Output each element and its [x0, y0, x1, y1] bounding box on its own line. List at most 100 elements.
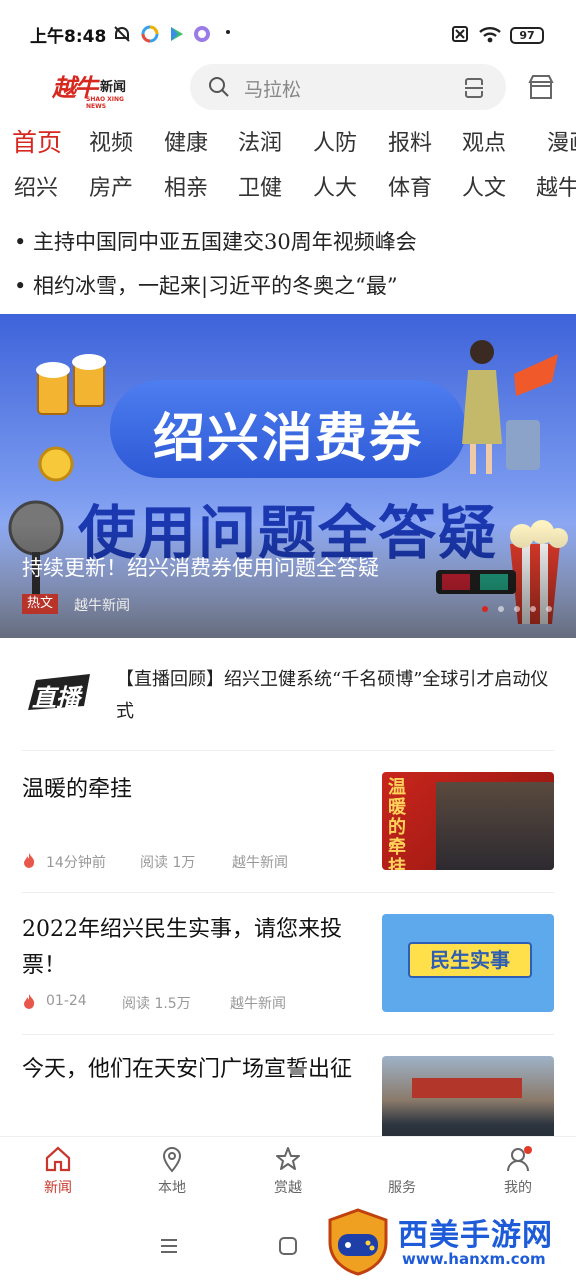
status-time: 上午8:48 — [30, 27, 107, 47]
search-icon — [209, 77, 229, 97]
carousel-dot[interactable] — [498, 606, 504, 612]
channel-comics[interactable]: 漫画 — [547, 125, 576, 157]
user-icon — [507, 1146, 532, 1172]
hot-flame-icon — [24, 994, 35, 1009]
battery-indicator: 97 — [510, 27, 544, 44]
carousel-dot-active[interactable] — [482, 606, 488, 612]
tab-services[interactable]: 服务 — [362, 1145, 442, 1197]
channel-sports[interactable]: 体育 — [388, 170, 432, 202]
banner-caption[interactable]: 持续更新！绍兴消费券使用问题全答疑 — [22, 552, 379, 582]
watermark: 西美手游网 www.hanxm.com — [322, 1202, 576, 1280]
news-thumbnail[interactable] — [382, 1056, 554, 1136]
traveler-illustration — [462, 340, 558, 474]
hot-flame-icon — [24, 853, 35, 868]
news-item[interactable]: 今天，他们在天安门广场宣誓出征 — [0, 1036, 576, 1136]
location-pin-icon — [162, 1147, 182, 1173]
menu-icon[interactable] — [160, 1238, 178, 1254]
tab-label: 服务 — [388, 1180, 416, 1196]
banner-source: 越牛新闻 — [74, 598, 130, 614]
news-time: 01-24 — [46, 993, 87, 1009]
headline-link[interactable]: • 相约冰雪，一起来|习近平的冬奥之“最” — [14, 270, 398, 300]
news-title[interactable]: 2022年绍兴民生实事，请您来投票！ — [22, 912, 352, 984]
banner-pill: 绍兴消费券 — [110, 380, 466, 478]
news-thumbnail-photo — [412, 1078, 522, 1098]
channel-shaoxing[interactable]: 绍兴 — [14, 170, 58, 202]
channel-dating[interactable]: 相亲 — [164, 170, 208, 202]
star-icon — [276, 1147, 300, 1170]
app-badge-icon — [194, 26, 210, 42]
sim-off-icon — [452, 26, 468, 42]
news-source: 越牛新闻 — [230, 996, 286, 1012]
hot-tag-badge: 热文 — [22, 594, 58, 614]
more-notifications-dot — [226, 30, 230, 34]
divider — [22, 750, 554, 751]
carousel-dot[interactable] — [546, 606, 552, 612]
tab-label: 我的 — [504, 1180, 532, 1196]
banner-carousel[interactable]: 绍兴消费券 使用问题全答疑 持续更新！绍兴消费券使用问题全答疑 热文 越牛新闻 — [0, 314, 576, 638]
channel-property[interactable]: 房产 — [89, 170, 133, 202]
channel-home[interactable]: 首页 — [12, 123, 62, 159]
news-source: 越牛新闻 — [232, 855, 288, 871]
tab-news[interactable]: 新闻 — [18, 1145, 98, 1197]
live-replay-title[interactable]: 【直播回顾】绍兴卫健系统“千名硕博”全球引才启动仪式 — [116, 664, 556, 728]
channel-video[interactable]: 视频 — [89, 125, 133, 157]
tab-me[interactable]: 我的 — [478, 1145, 558, 1197]
news-thumbnail[interactable]: 民生实事 — [382, 914, 554, 1012]
wifi-icon — [479, 27, 501, 43]
search-bar[interactable]: 马拉松 — [190, 64, 506, 110]
channel-row-1: 首页 视频 健康 法润 人防 报料 观点 漫画 — [0, 125, 576, 159]
watermark-url: www.hanxm.com — [402, 1250, 546, 1268]
channel-congress[interactable]: 人大 — [313, 170, 357, 202]
tab-local[interactable]: 本地 — [132, 1145, 212, 1197]
divider — [22, 1034, 554, 1035]
live-icon: 直播 — [22, 670, 94, 718]
tab-appreciate[interactable]: 赏越 — [248, 1145, 328, 1197]
play-store-icon — [171, 27, 183, 41]
home-icon — [45, 1146, 71, 1172]
news-thumbnail[interactable]: 温暖的牵挂 — [382, 772, 554, 870]
app-notification-icon — [141, 25, 159, 43]
news-item[interactable]: 2022年绍兴民生实事，请您来投票！ 01-24 阅读 1.5万 越牛新闻 民生… — [0, 894, 576, 1034]
divider — [22, 892, 554, 893]
beer-mugs-illustration — [36, 354, 106, 415]
tab-label: 本地 — [158, 1180, 186, 1196]
channel-row-2: 绍兴 房产 相亲 卫健 人大 体育 人文 越牛 — [0, 170, 576, 204]
news-time: 14分钟前 — [46, 855, 106, 871]
coin-illustration — [38, 446, 74, 482]
logo-sub-text: 新闻 — [100, 80, 127, 95]
alarm-off-icon — [114, 26, 130, 42]
gamepad-shield-icon — [328, 1208, 388, 1276]
logo-english-text: SHAO XING NEWS — [86, 96, 124, 110]
news-reads: 阅读 1万 — [140, 855, 196, 871]
status-bar: 上午8:48 97 — [0, 0, 576, 64]
headline-link[interactable]: • 主持中国同中亚五国建交30周年视频峰会 — [14, 226, 417, 256]
channel-culture[interactable]: 人文 — [462, 170, 506, 202]
news-reads: 阅读 1.5万 — [122, 996, 191, 1012]
home-button-icon[interactable] — [278, 1236, 298, 1256]
bottom-tab-bar: 新闻 本地 赏越 服务 我的 — [0, 1136, 576, 1210]
channel-health[interactable]: 健康 — [164, 125, 208, 157]
channel-report[interactable]: 报料 — [388, 125, 432, 157]
carousel-dot[interactable] — [530, 606, 536, 612]
news-thumbnail-text: 温暖的牵挂 — [388, 777, 406, 871]
live-replay-item[interactable]: 直播 【直播回顾】绍兴卫健系统“千名硕博”全球引才启动仪式 — [0, 648, 576, 750]
news-thumbnail-text: 民生实事 — [408, 942, 532, 978]
channel-opinion[interactable]: 观点 — [462, 125, 506, 157]
news-title[interactable]: 温暖的牵挂 — [22, 772, 352, 808]
news-title[interactable]: 今天，他们在天安门广场宣誓出征 — [22, 1052, 352, 1088]
channel-civil-defense[interactable]: 人防 — [313, 125, 357, 157]
news-item[interactable]: 温暖的牵挂 14分钟前 阅读 1万 越牛新闻 温暖的牵挂 — [0, 752, 576, 892]
search-input[interactable]: 马拉松 — [244, 75, 301, 102]
app-logo: 越牛 新闻 SHAO XING NEWS — [52, 68, 142, 110]
news-thumbnail-photo — [436, 782, 554, 870]
carousel-dot[interactable] — [514, 606, 520, 612]
channel-health-commission[interactable]: 卫健 — [238, 170, 282, 202]
grid-icon — [388, 1145, 416, 1173]
channel-yueniu[interactable]: 越牛 — [536, 170, 576, 202]
watermark-text: 西美手游网 — [398, 1218, 553, 1253]
scan-icon[interactable] — [462, 76, 486, 100]
tab-label: 赏越 — [274, 1180, 302, 1196]
banner-pill-text: 绍兴消费券 — [152, 409, 423, 469]
channel-law[interactable]: 法润 — [238, 125, 282, 157]
store-icon[interactable] — [526, 72, 556, 102]
